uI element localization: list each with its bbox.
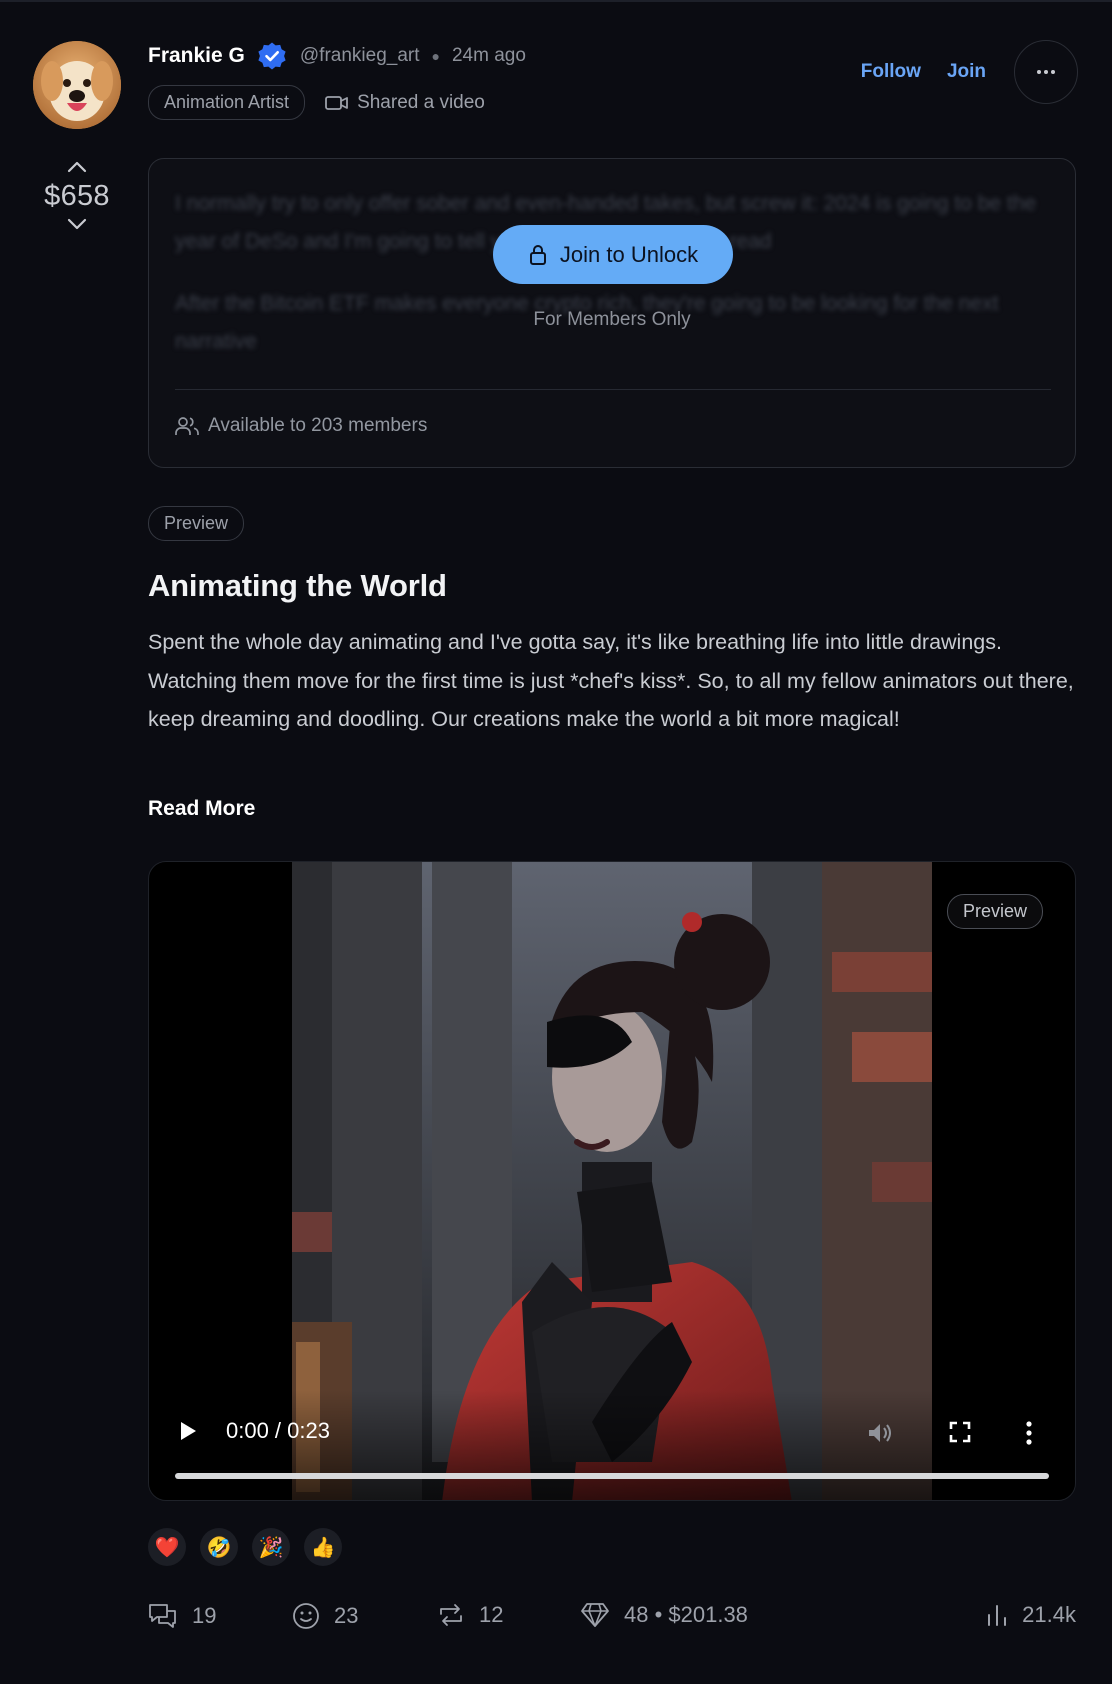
activity-label: Shared a video (325, 92, 485, 114)
views-chart-icon (988, 1605, 1007, 1626)
lock-icon (529, 244, 546, 265)
smiley-icon (293, 1603, 319, 1629)
video-player[interactable]: Preview 0:00 / 0:23 (148, 861, 1076, 1501)
video-preview-tag: Preview (946, 894, 1043, 929)
vote-widget: $658 (33, 160, 121, 231)
reposts-stat[interactable]: 12 (437, 1602, 503, 1628)
members-only-label: For Members Only (533, 309, 691, 330)
preview-tag: Preview (148, 506, 245, 541)
join-button[interactable]: Join (947, 61, 986, 83)
video-time: 0:00 / 0:23 (226, 1418, 330, 1443)
vote-amount: $658 (44, 180, 110, 212)
downvote-icon[interactable] (66, 217, 88, 231)
repost-icon (440, 1604, 462, 1626)
blurred-text: I normally try to only offer sober and e… (175, 185, 1055, 385)
follow-button[interactable]: Follow (861, 61, 921, 83)
post-time: 24m ago (451, 45, 526, 66)
post-title: Animating the World (148, 568, 447, 603)
fullscreen-icon[interactable] (949, 1421, 971, 1443)
activity-text: Shared a video (357, 91, 485, 113)
read-more-link[interactable]: Read More (148, 797, 255, 821)
join-to-unlock-button[interactable]: Join to Unlock (493, 225, 733, 284)
party-reaction[interactable]: 🎉 (252, 1528, 290, 1566)
views-stat: 21.4k (986, 1602, 1076, 1628)
users-icon (175, 417, 199, 435)
volume-icon[interactable] (866, 1421, 894, 1445)
diamond-icon (581, 1603, 609, 1627)
diamonds-stat[interactable]: 48 • $201.38 (580, 1602, 748, 1628)
availability-info: Available to 203 members (175, 415, 427, 437)
comments-stat[interactable]: 19 (148, 1602, 216, 1630)
video-controls: 0:00 / 0:23 (149, 1390, 1075, 1500)
more-options-button[interactable] (1014, 40, 1078, 104)
laughing-reaction[interactable]: 🤣 (200, 1528, 238, 1566)
ellipsis-icon (1037, 70, 1055, 74)
reactions-count: 23 (334, 1603, 359, 1628)
avatar[interactable] (33, 41, 121, 129)
video-camera-icon (325, 95, 348, 110)
play-icon[interactable] (177, 1419, 199, 1443)
comments-count: 19 (192, 1603, 217, 1628)
post-stats: 19 23 12 48 • $201.38 21.4k (148, 1602, 1076, 1638)
post-body: Spent the whole day animating and I've g… (148, 630, 1074, 731)
upvote-icon[interactable] (66, 160, 88, 174)
separator-dot: ● (431, 48, 440, 64)
thumbs-up-reaction[interactable]: 👍 (304, 1528, 342, 1566)
video-progress-bar[interactable] (175, 1473, 1049, 1479)
verified-badge-icon (258, 42, 286, 70)
unlock-label: Join to Unlock (559, 241, 699, 267)
author-handle[interactable]: @frankieg_art (300, 45, 420, 67)
reaction-row: ❤️ 🤣 🎉 👍 (148, 1528, 356, 1566)
available-text: Available to 203 members (208, 415, 428, 436)
video-more-icon[interactable] (1025, 1421, 1033, 1445)
header-actions: Follow Join (861, 40, 1078, 104)
author-name[interactable]: Frankie G (148, 44, 245, 68)
diamonds-value: 48 • $201.38 (624, 1602, 748, 1627)
card-divider (175, 389, 1051, 390)
reposts-count: 12 (479, 1602, 504, 1627)
top-divider (0, 0, 1112, 2)
comment-icon (149, 1604, 176, 1628)
reactions-stat[interactable]: 23 (292, 1602, 358, 1630)
heart-reaction[interactable]: ❤️ (148, 1528, 186, 1566)
role-tag: Animation Artist (148, 85, 306, 120)
views-count: 21.4k (1022, 1602, 1076, 1627)
locked-content-card: I normally try to only offer sober and e… (148, 158, 1076, 468)
